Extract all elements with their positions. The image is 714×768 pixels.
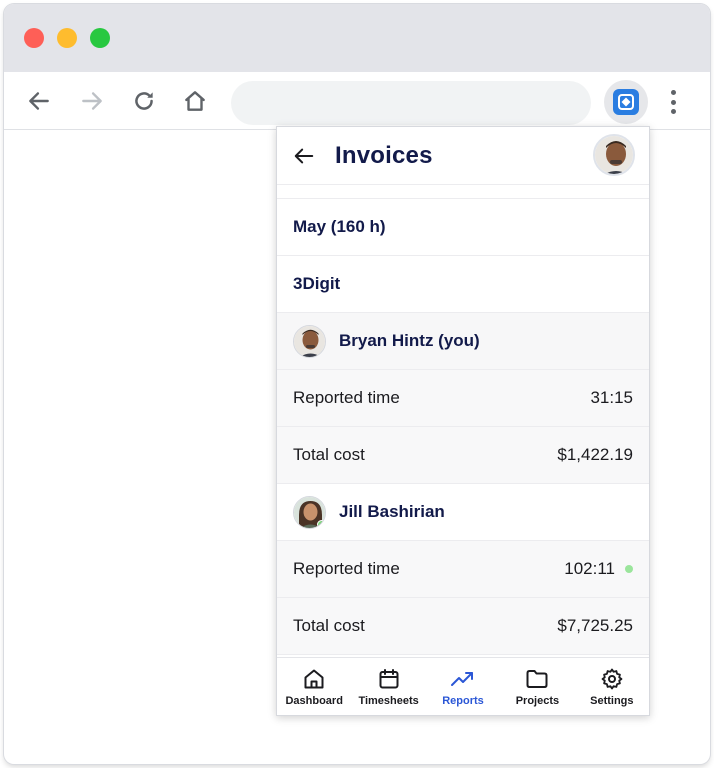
popup-header: Invoices: [277, 127, 649, 185]
reported-time-label: Reported time: [293, 559, 400, 578]
avatar: [293, 495, 326, 529]
extension-button[interactable]: [604, 80, 648, 124]
reported-time-label: Reported time: [293, 388, 400, 407]
home-button[interactable]: [180, 86, 210, 116]
arrow-left-icon: [29, 92, 49, 110]
title-bar: [4, 4, 710, 72]
online-status-dot: [317, 519, 325, 528]
trending-up-icon: [450, 666, 476, 692]
company-label: 3Digit: [293, 274, 341, 293]
nav-projects[interactable]: Projects: [500, 658, 574, 715]
total-cost-row: Total cost $7,725.25: [277, 598, 649, 655]
total-cost-label: Total cost: [293, 445, 365, 464]
total-cost-row: Total cost $1,422.19: [277, 427, 649, 484]
nav-label: Projects: [515, 695, 560, 707]
browser-toolbar: [4, 72, 710, 130]
calendar-icon: [376, 666, 402, 692]
total-cost-value: $7,725.25: [557, 616, 633, 635]
browser-menu-icon[interactable]: [663, 88, 683, 116]
gear-icon: [599, 666, 625, 692]
nav-label: Timesheets: [358, 695, 419, 707]
reload-icon: [135, 92, 153, 110]
period-label: May (160 h): [293, 217, 386, 236]
home-icon: [301, 666, 327, 692]
nav-timesheets[interactable]: Timesheets: [351, 658, 425, 715]
period-row[interactable]: May (160 h): [277, 199, 649, 256]
avatar: [293, 324, 326, 358]
nav-label: Settings: [590, 695, 634, 707]
extension-popup: Invoices May (160 h) 3Digit Bryan Hintz …: [276, 126, 650, 716]
nav-label: Dashboard: [285, 695, 343, 707]
back-arrow-icon[interactable]: [293, 145, 315, 167]
reported-time-value: 31:15: [590, 388, 633, 407]
extension-logo-icon: [613, 89, 639, 115]
reported-time-row: Reported time 31:15: [277, 370, 649, 427]
home-icon: [185, 91, 205, 111]
total-cost-value: $1,422.19: [557, 445, 633, 464]
bottom-nav: Dashboard Timesheets Reports Projects Se…: [277, 657, 649, 715]
member-name: Bryan Hintz (you): [339, 331, 480, 350]
minimize-window-button[interactable]: [57, 28, 77, 48]
reported-time-value: 102:11: [564, 559, 615, 578]
active-timer-dot: [625, 565, 633, 573]
member-row[interactable]: Jill Bashirian: [277, 484, 649, 541]
address-bar[interactable]: [231, 81, 591, 125]
user-avatar[interactable]: [593, 134, 635, 176]
maximize-window-button[interactable]: [90, 28, 110, 48]
member-name: Jill Bashirian: [339, 502, 445, 521]
page-title: Invoices: [335, 141, 433, 169]
forward-button[interactable]: [77, 86, 107, 116]
close-window-button[interactable]: [24, 28, 44, 48]
nav-label: Reports: [442, 695, 484, 707]
member-row[interactable]: Bryan Hintz (you): [277, 313, 649, 370]
company-row[interactable]: 3Digit: [277, 256, 649, 313]
browser-window: Invoices May (160 h) 3Digit Bryan Hintz …: [4, 4, 710, 764]
reported-time-row: Reported time 102:11: [277, 541, 649, 598]
nav-reports[interactable]: Reports: [426, 658, 500, 715]
arrow-right-icon: [82, 92, 102, 110]
total-cost-label: Total cost: [293, 616, 365, 635]
section-spacer: [277, 185, 649, 199]
folder-icon: [524, 666, 550, 692]
back-button[interactable]: [24, 86, 54, 116]
reload-button[interactable]: [129, 86, 159, 116]
nav-settings[interactable]: Settings: [575, 658, 649, 715]
nav-dashboard[interactable]: Dashboard: [277, 658, 351, 715]
